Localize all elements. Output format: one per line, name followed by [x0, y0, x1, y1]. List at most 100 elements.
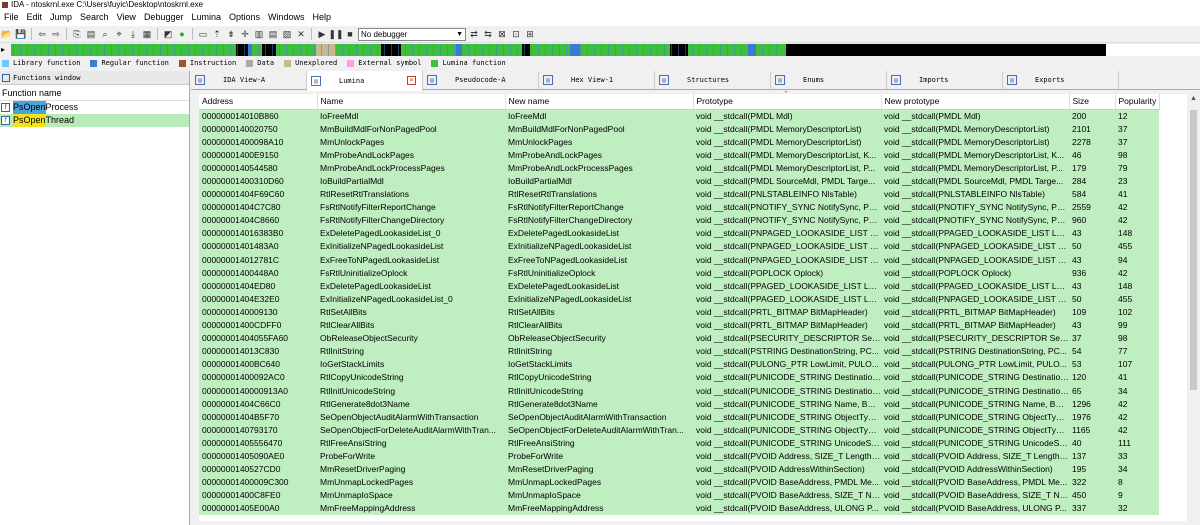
tab-imports[interactable]: ▤ Imports: [887, 71, 1003, 89]
tab-hex-view-1[interactable]: ▤ Hex View-1: [539, 71, 655, 89]
table-row[interactable]: 0000000140000913A0 RtlInitUnicodeString Rt…: [199, 383, 1159, 398]
table-row[interactable]: 0000000140009130 RtlSetAllBits RtlSetAllBi…: [199, 305, 1159, 319]
tab-exports[interactable]: ▤ Exports: [1003, 71, 1119, 89]
nav-segment[interactable]: [756, 44, 786, 56]
table-row[interactable]: 00000001404C66C0 RtlGenerate8dot3Name RtlG…: [199, 397, 1159, 411]
delete-icon[interactable]: ✕: [295, 28, 307, 40]
table-row[interactable]: 00000001404F69C60 RtlResetRtlTranslations…: [199, 187, 1159, 201]
navigation-band[interactable]: ▸: [0, 43, 1200, 57]
table-row[interactable]: 00000001404055FA60 ObReleaseObjectSecurit…: [199, 331, 1159, 345]
column-header-size[interactable]: Size: [1069, 94, 1116, 110]
nav-segment[interactable]: [688, 44, 748, 56]
back-icon[interactable]: ⇦: [36, 28, 48, 40]
table-row[interactable]: 000000014012781C ExFreeToNPagedLookasideL…: [199, 253, 1159, 267]
struct-icon[interactable]: ▨: [281, 28, 293, 40]
table-row[interactable]: 00000001404C8660 FsRtlNotifyFilterChangeD…: [199, 213, 1159, 227]
function-list-item[interactable]: f PsOpen Process: [0, 101, 189, 114]
table-row[interactable]: 00000001400098A10 MmUnlockPages MmUnlockPa…: [199, 135, 1159, 149]
nav-segment[interactable]: [748, 44, 756, 56]
table-icon[interactable]: ▦: [141, 28, 153, 40]
table-row[interactable]: 00000001400CDFF0 RtlClearAllBits RtlClearA…: [199, 318, 1159, 332]
table-row[interactable]: 0000000140793170 SeOpenObjectForDeleteAud…: [199, 423, 1159, 437]
undefine-icon[interactable]: ⇟: [225, 28, 237, 40]
column-header-address[interactable]: Address: [199, 94, 318, 110]
menu-item-debugger[interactable]: Debugger: [140, 9, 188, 26]
function-list-item[interactable]: f PsOpen Thread: [0, 114, 189, 127]
table-row[interactable]: 00000001400E9150 MmProbeAndLockPages MmPro…: [199, 148, 1159, 162]
column-header-name[interactable]: Name: [317, 94, 506, 110]
nav-segment[interactable]: [786, 44, 1106, 56]
step-icon[interactable]: ⇄: [468, 28, 480, 40]
breakpoint-icon[interactable]: ⊠: [496, 28, 508, 40]
table-row[interactable]: 00000001405090AE0 ProbeForWrite ProbeForWr…: [199, 449, 1159, 463]
table-row[interactable]: 000000014010B860 IoFreeMdl IoFreeMdl void _…: [199, 109, 1159, 123]
array-icon[interactable]: ▤: [267, 28, 279, 40]
nav-segment[interactable]: [252, 44, 262, 56]
menu-item-help[interactable]: Help: [309, 9, 336, 26]
scrollbar-thumb[interactable]: [1190, 110, 1197, 390]
table-row[interactable]: 00000001400BC640 IoGetStackLimits IoGetSta…: [199, 357, 1159, 371]
nav-segment[interactable]: [522, 44, 530, 56]
data-icon[interactable]: ⇡: [211, 28, 223, 40]
table-row[interactable]: 000000014013C830 RtlInitString RtlInitStri…: [199, 344, 1159, 358]
menu-item-lumina[interactable]: Lumina: [187, 9, 225, 26]
menu-item-file[interactable]: File: [0, 9, 23, 26]
table-row[interactable]: 00000001405556470 RtlFreeAnsiString RtlFre…: [199, 436, 1159, 450]
binary-search-icon[interactable]: ⌖: [113, 28, 125, 40]
scroll-up-icon[interactable]: ▲: [1187, 94, 1200, 104]
string-icon[interactable]: ▥: [253, 28, 265, 40]
nav-segment[interactable]: [530, 44, 570, 56]
nav-segment[interactable]: [316, 44, 336, 56]
table-row[interactable]: 00000001400310D60 IoBuildPartialMdl IoBuil…: [199, 174, 1159, 188]
functions-column-header[interactable]: Function name: [0, 85, 189, 101]
paste-icon[interactable]: ▤: [85, 28, 97, 40]
table-row[interactable]: 00000001400448A0 FsRtlUninitializeOplock F…: [199, 266, 1159, 280]
save-icon[interactable]: 💾: [15, 28, 27, 40]
tab-enums[interactable]: ▤ Enums: [771, 71, 887, 89]
nav-segment[interactable]: [462, 44, 522, 56]
nav-segment[interactable]: [262, 44, 276, 56]
nav-segment[interactable]: [580, 44, 670, 56]
jump-icon[interactable]: ⤓: [127, 28, 139, 40]
trace-icon[interactable]: ⇆: [482, 28, 494, 40]
search-icon[interactable]: ⌕: [99, 28, 111, 40]
play-icon[interactable]: ▶: [316, 28, 328, 40]
table-row[interactable]: 00000001404B5F70 SeOpenObjectAuditAlarmWi…: [199, 410, 1159, 424]
table-row[interactable]: 0000000140544580 MmProbeAndLockProcessPag…: [199, 161, 1159, 175]
pause-icon[interactable]: ❚❚: [328, 28, 343, 40]
watch-icon[interactable]: ⊡: [510, 28, 522, 40]
table-row[interactable]: 00000001401483A0 ExInitializeNPagedLookas…: [199, 239, 1159, 254]
tab-lumina[interactable]: ▤ Lumina ×: [307, 71, 423, 91]
column-header-new-prototype[interactable]: New prototype: [881, 94, 1070, 110]
close-tab-icon[interactable]: ×: [407, 76, 416, 85]
table-row[interactable]: 000000014016383B0 ExDeletePagedLookasideL…: [199, 226, 1159, 240]
table-row[interactable]: 00000001404ED80 ExDeletePagedLookasideLis…: [199, 279, 1159, 293]
nav-segment[interactable]: [570, 44, 580, 56]
menu-item-view[interactable]: View: [113, 9, 140, 26]
code-icon[interactable]: ▭: [197, 28, 209, 40]
table-row[interactable]: 00000001400009C300 MmUnmapLockedPages MmUn…: [199, 475, 1159, 489]
menu-item-windows[interactable]: Windows: [264, 9, 309, 26]
run-green-icon[interactable]: ●: [176, 28, 188, 40]
tab-pseudocode-a[interactable]: ▤ Pseudocode-A: [423, 71, 539, 89]
graph-icon[interactable]: ◩: [162, 28, 174, 40]
table-row[interactable]: 0000000140527CD0 MmResetDriverPaging MmRes…: [199, 462, 1159, 476]
function-icon[interactable]: ✛: [239, 28, 251, 40]
table-row[interactable]: 00000001400C8FE0 MmUnmapIoSpace MmUnmapIoS…: [199, 488, 1159, 502]
menu-item-options[interactable]: Options: [225, 9, 264, 26]
stop-icon[interactable]: ■: [344, 28, 356, 40]
table-row[interactable]: 00000001405E00A0 MmFreeMappingAddress MmFr…: [199, 501, 1159, 515]
navigation-band-strip[interactable]: [11, 44, 1200, 56]
table-row[interactable]: 00000001404C7C80 FsRtlNotifyFilterReportC…: [199, 200, 1159, 214]
nav-segment[interactable]: [1106, 44, 1200, 56]
stack-icon[interactable]: ⊞: [524, 28, 536, 40]
copy-icon[interactable]: ⎘: [71, 28, 83, 40]
column-header-prototype[interactable]: Prototype: [693, 94, 882, 110]
vertical-scrollbar[interactable]: ▲: [1187, 94, 1200, 521]
nav-segment[interactable]: [276, 44, 316, 56]
forward-icon[interactable]: ⇨: [50, 28, 62, 40]
table-row[interactable]: 00000001400092AC0 RtlCopyUnicodeString Rtl…: [199, 370, 1159, 384]
tab-structures[interactable]: ▤ Structures: [655, 71, 771, 89]
column-header-popularity[interactable]: Popularity: [1115, 94, 1160, 110]
menu-item-jump[interactable]: Jump: [46, 9, 76, 26]
